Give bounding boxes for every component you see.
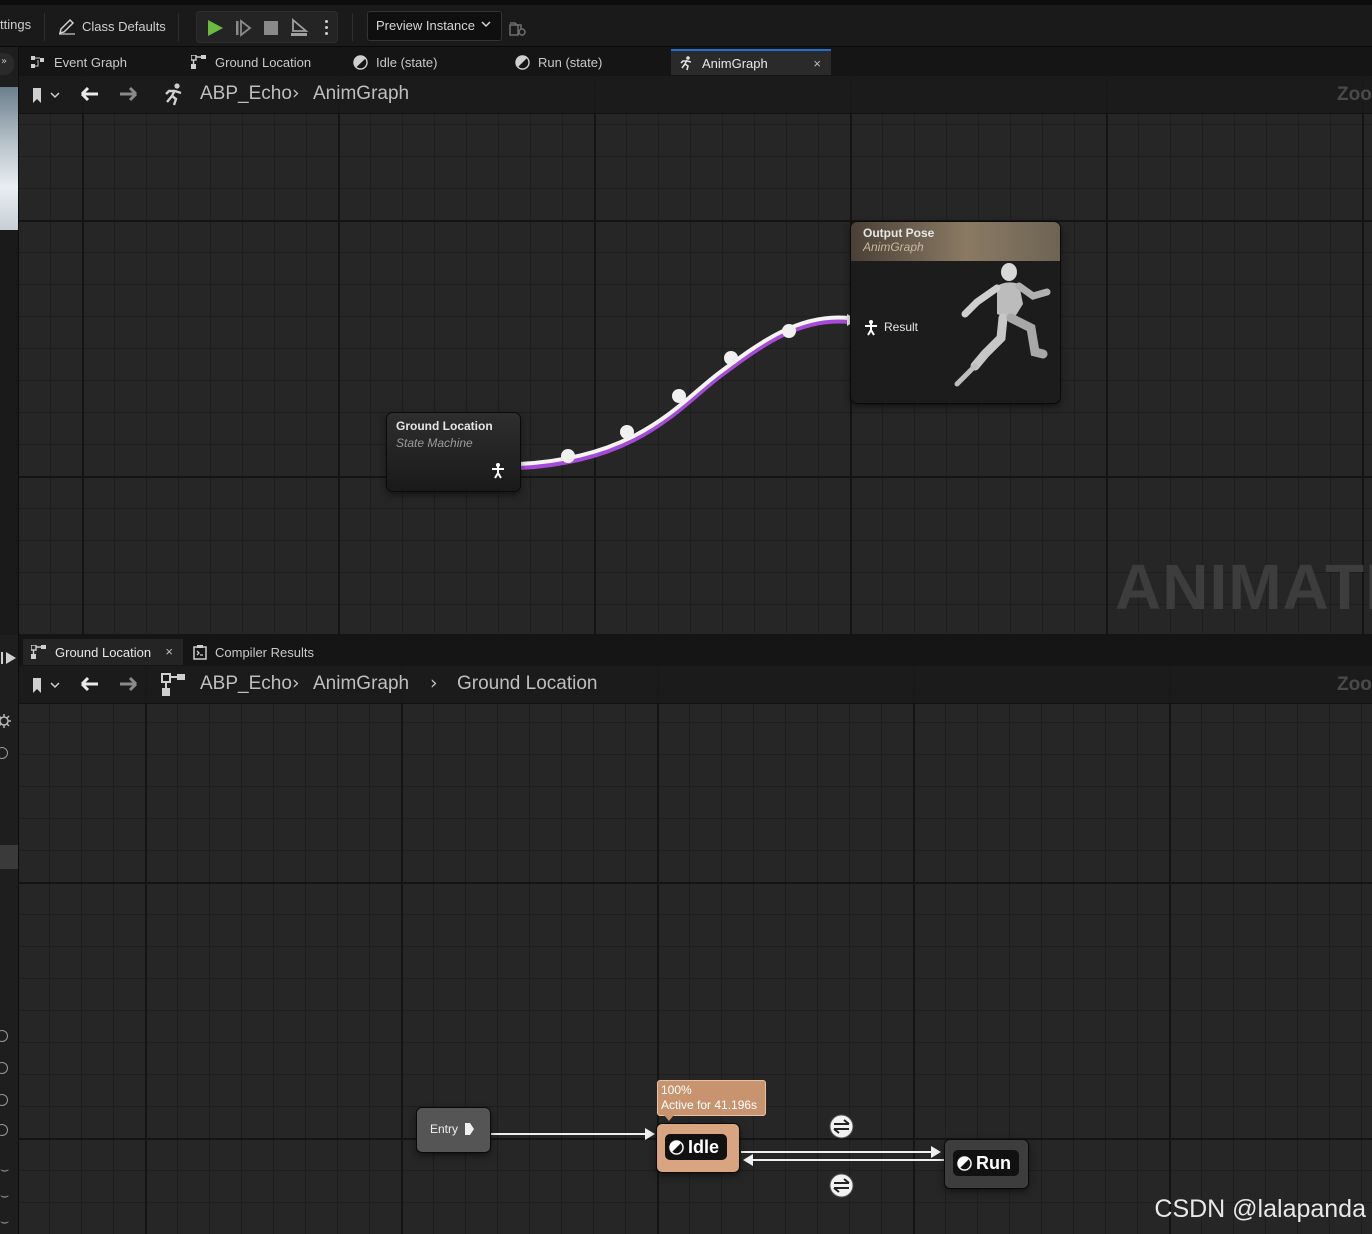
graph-type-watermark: ANIMATIO (1115, 551, 1372, 623)
wire-bubble (561, 449, 575, 463)
state-icon (353, 54, 368, 70)
tab-label: Ground Location (55, 644, 152, 660)
top-tab-strip: Event Graph Ground Location Idle (state)… (19, 48, 1372, 76)
toolbar-divider (178, 13, 179, 41)
anim-graph-canvas[interactable]: ABP_Echo › AnimGraph Zoo Ground Location… (19, 76, 1372, 634)
gear-icon[interactable] (0, 713, 12, 729)
tab-compiler-results[interactable]: Compiler Results (185, 639, 335, 665)
eject-icon[interactable] (289, 18, 309, 38)
more-options-icon[interactable] (325, 19, 329, 37)
state-label-box: Idle (665, 1134, 727, 1160)
tab-label: AnimGraph (702, 55, 768, 71)
collapse-chevron-icon[interactable]: ⌣ (0, 1214, 9, 1230)
tab-label: Compiler Results (215, 644, 314, 660)
transition-rule-icon[interactable] (829, 1114, 854, 1139)
entry-label: Entry (430, 1122, 459, 1136)
node-subtitle: State Machine (396, 436, 473, 450)
expand-panel-button[interactable]: » (0, 53, 14, 75)
class-defaults-label: Class Defaults (82, 18, 166, 34)
compiler-results-icon (193, 644, 207, 660)
tab-animgraph[interactable]: AnimGraph × (671, 49, 831, 75)
collapse-chevron-icon[interactable]: ⌣ (0, 1188, 9, 1204)
state-label: Idle (688, 1136, 720, 1157)
tab-label: Event Graph (54, 54, 127, 70)
pose-pin-icon[interactable] (864, 320, 878, 336)
add-icon[interactable] (0, 747, 8, 759)
node-title: Output Pose (863, 226, 935, 240)
state-machine-icon (191, 55, 206, 69)
close-tab-icon[interactable]: × (813, 56, 821, 71)
play-controls (196, 11, 338, 43)
state-machine-canvas[interactable]: ABP_Echo › AnimGraph › Ground Location Z… (19, 666, 1372, 1234)
state-debug-tooltip: 100% Active for 41.196s (657, 1080, 766, 1116)
add-icon[interactable] (0, 1030, 8, 1042)
toolbar-divider (352, 13, 353, 41)
event-graph-icon (31, 55, 44, 68)
debug-filter-icon[interactable] (509, 21, 527, 37)
settings-tab[interactable]: ttings (0, 17, 31, 32)
close-tab-icon[interactable]: × (165, 644, 173, 659)
tab-label: Idle (state) (376, 54, 438, 70)
wire-bubble (724, 351, 738, 365)
tab-run-state[interactable]: Run (state) (507, 49, 657, 75)
run-state-node[interactable]: Run (945, 1140, 1028, 1188)
state-label: Run (976, 1152, 1011, 1173)
output-pose-node[interactable]: Output Pose AnimGraph Result (851, 222, 1060, 403)
exec-pin-icon[interactable] (464, 1122, 475, 1136)
tab-label: Ground Location (215, 54, 312, 70)
tab-event-graph[interactable]: Event Graph (23, 49, 173, 75)
result-pin-label: Result (884, 320, 919, 334)
step-icon[interactable] (233, 18, 253, 38)
tab-ground-location-graph[interactable]: Ground Location × (23, 639, 183, 665)
state-active-time: Active for 41.196s (661, 1098, 758, 1112)
entry-node[interactable]: Entry (417, 1108, 490, 1152)
chevron-down-icon (481, 21, 491, 28)
author-watermark: CSDN @lalapanda (1154, 1195, 1366, 1223)
collapse-chevron-icon[interactable]: ⌣ (0, 1162, 9, 1178)
add-icon[interactable] (0, 1062, 8, 1074)
mannequin-running-icon (954, 263, 1051, 387)
idle-state-node[interactable]: Idle (657, 1124, 739, 1172)
bottom-tab-strip: Ground Location × Compiler Results (19, 638, 1372, 666)
wire-bubble (620, 425, 634, 439)
node-title: Ground Location (396, 419, 493, 433)
state-icon (957, 1155, 972, 1171)
running-figure-icon (680, 55, 692, 70)
toolbar-divider (44, 13, 45, 41)
ground-location-state-machine-node[interactable]: Ground Location State Machine (387, 413, 520, 491)
state-label-box: Run (953, 1150, 1019, 1176)
state-weight: 100% (661, 1083, 692, 1097)
tab-ground-location[interactable]: Ground Location (183, 49, 333, 75)
add-icon[interactable] (0, 1124, 8, 1136)
stop-icon[interactable] (261, 18, 281, 38)
pencil-icon (58, 18, 75, 35)
preview-instance-dropdown[interactable]: Preview Instance (367, 11, 502, 41)
step-forward-icon[interactable] (0, 650, 18, 666)
pose-pin-icon[interactable] (491, 463, 505, 479)
main-toolbar: ttings Class Defaults Preview Instance (0, 0, 1372, 47)
selected-list-item[interactable] (0, 845, 18, 869)
wire-bubble (782, 324, 796, 338)
viewport-thumbnail (0, 87, 18, 230)
tab-idle-state[interactable]: Idle (state) (345, 49, 495, 75)
tab-label: Run (state) (538, 54, 603, 70)
node-header: Output Pose AnimGraph (851, 222, 1060, 261)
add-icon[interactable] (0, 1094, 8, 1106)
node-subtitle: AnimGraph (863, 240, 924, 254)
state-icon (669, 1139, 684, 1155)
preview-instance-label: Preview Instance (376, 18, 475, 33)
wire-bubble (672, 389, 686, 403)
left-panel-strip: » ⌣ ⌣ ⌣ (0, 47, 19, 1234)
state-icon (515, 54, 530, 70)
state-machine-icon (31, 645, 46, 659)
play-icon[interactable] (205, 18, 225, 38)
class-defaults-button[interactable]: Class Defaults (58, 17, 166, 35)
transition-rule-icon[interactable] (829, 1173, 854, 1198)
